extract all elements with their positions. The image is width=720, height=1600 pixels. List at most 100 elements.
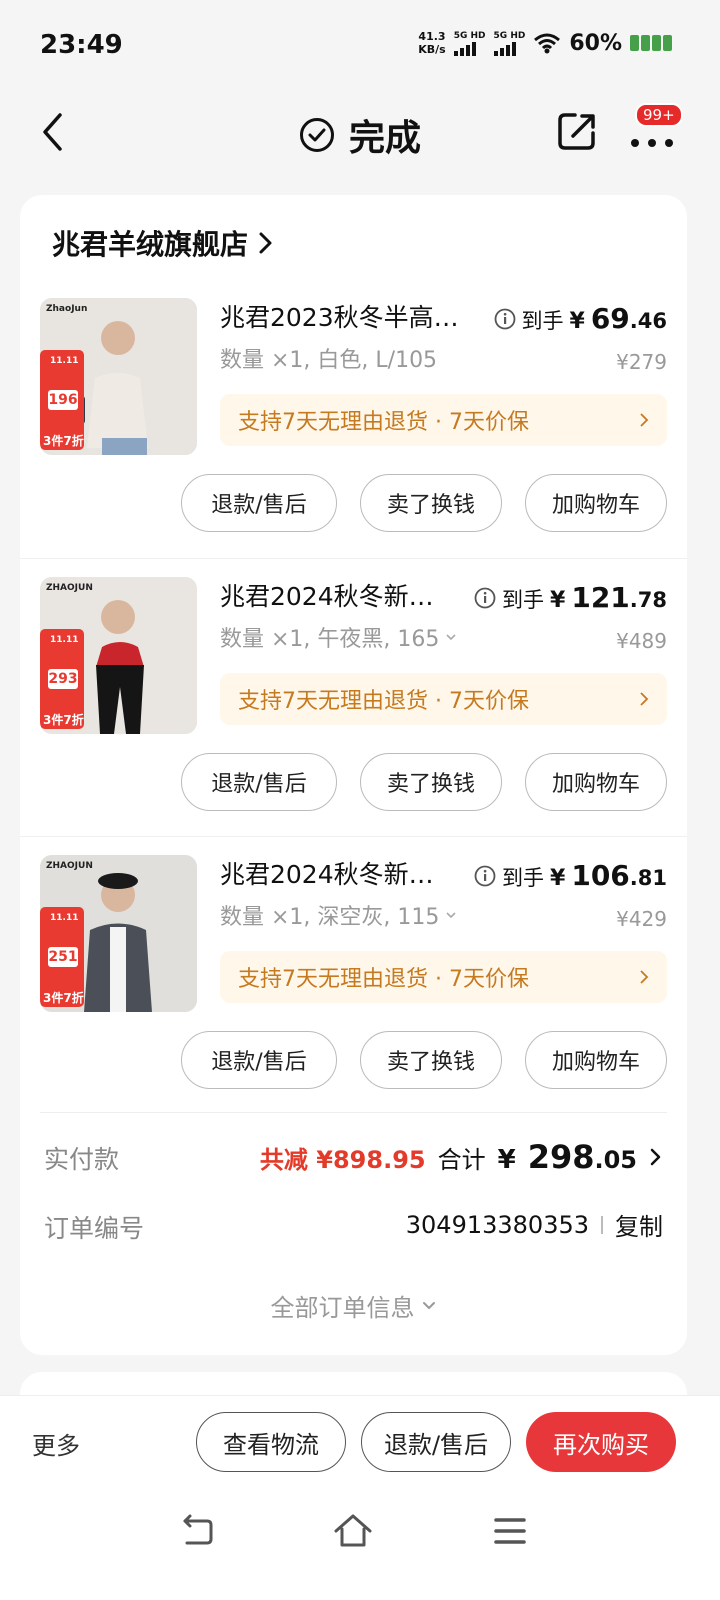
all-order-info-label: 全部订单信息 — [270, 1294, 415, 1322]
price-currency: ¥ — [550, 588, 566, 613]
product-image[interactable]: ZHAOJUN 11.11 293 3件7折 — [40, 577, 197, 734]
guarantee-banner[interactable]: 支持7天无理由退货 · 7天价保 — [220, 673, 667, 725]
info-icon[interactable] — [474, 587, 496, 609]
promo-price: 293 — [48, 669, 78, 689]
guarantee-text: 支持7天无理由退货 · 7天价保 — [238, 967, 529, 992]
view-logistics-button[interactable]: 查看物流 — [196, 1412, 346, 1472]
promo-date: 11.11 — [50, 635, 79, 645]
order-card: 兆君羊绒旗舰店 ZhaoJun 11.11 196 3件7折 兆君2023秋冬半高… 数量… — [20, 195, 687, 1355]
network-speed-value: 41.3 — [418, 30, 446, 43]
product-title[interactable]: 兆君2024秋冬新… — [220, 855, 490, 891]
battery-percent: 60% — [569, 30, 622, 56]
info-icon[interactable] — [474, 865, 496, 887]
product-spec[interactable]: 数量 ×1, 午夜黑, 165 — [220, 621, 457, 653]
chevron-right-icon — [259, 232, 272, 254]
guarantee-banner[interactable]: 支持7天无理由退货 · 7天价保 — [220, 951, 667, 1003]
status-bar: 23:49 41.3 KB/s 5G HD 5G HD 60% — [0, 0, 720, 95]
original-price: ¥279 — [616, 350, 667, 374]
product-spec: 数量 ×1, 白色, L/105 — [220, 342, 437, 374]
add-to-cart-button[interactable]: 加购物车 — [525, 474, 667, 532]
refund-button[interactable]: 退款/售后 — [361, 1412, 511, 1472]
product-image[interactable]: ZHAOJUN 11.11 251 3件7折 — [40, 855, 197, 1012]
guarantee-text: 支持7天无理由退货 · 7天价保 — [238, 689, 529, 714]
total-decimal: .05 — [594, 1146, 637, 1174]
order-number-label: 订单编号 — [44, 1214, 145, 1243]
system-nav-bar — [0, 1487, 720, 1600]
add-to-cart-button[interactable]: 加购物车 — [525, 1031, 667, 1089]
promo-date: 11.11 — [50, 356, 79, 366]
product-title[interactable]: 兆君2023秋冬半高… — [220, 298, 490, 334]
product-spec-text: 数量 ×1, 深空灰, 115 — [220, 905, 440, 930]
check-circle-icon — [299, 118, 334, 152]
price-currency: ¥ — [550, 866, 566, 891]
final-price: 到手 ¥106.81 — [474, 859, 667, 892]
network-speed: 41.3 KB/s — [418, 30, 445, 56]
guarantee-banner[interactable]: 支持7天无理由退货 · 7天价保 — [220, 394, 667, 446]
order-number: 304913380353 — [405, 1210, 589, 1239]
back-icon[interactable] — [175, 1509, 219, 1553]
final-price: 到手 ¥69.46 — [494, 302, 667, 335]
resell-button[interactable]: 卖了换钱 — [360, 753, 502, 811]
original-price: ¥489 — [616, 629, 667, 653]
resell-button[interactable]: 卖了换钱 — [360, 474, 502, 532]
info-icon[interactable] — [494, 308, 516, 330]
total-integer: 298 — [527, 1138, 595, 1176]
summary-divider — [40, 1112, 667, 1113]
copy-button[interactable]: 复制 — [615, 1207, 663, 1242]
sim1-label: 5G HD — [453, 30, 486, 41]
add-to-cart-button[interactable]: 加购物车 — [525, 753, 667, 811]
paid-row[interactable]: 实付款 共减 ¥898.95 合计 ¥ 298 .05 — [44, 1138, 663, 1178]
page-title-text: 完成 — [348, 118, 421, 159]
order-item[interactable]: ZHAOJUN 11.11 293 3件7折 兆君2024秋冬新… 数量 ×1, 午夜黑,… — [20, 558, 687, 836]
chevron-right-icon — [640, 970, 649, 984]
more-button[interactable]: 更多 — [32, 1426, 80, 1461]
refund-button[interactable]: 退款/售后 — [181, 1031, 337, 1089]
refund-button[interactable]: 退款/售后 — [181, 753, 337, 811]
item-actions: 退款/售后 卖了换钱 加购物车 — [181, 1031, 667, 1089]
discount-amount: 共减 ¥898.95 — [259, 1146, 426, 1174]
paid-label: 实付款 — [44, 1145, 120, 1174]
store-link[interactable]: 兆君羊绒旗舰店 — [52, 223, 274, 263]
price-decimal: .46 — [629, 309, 667, 333]
chevron-right-icon — [640, 413, 649, 427]
product-image[interactable]: ZhaoJun 11.11 196 3件7折 — [40, 298, 197, 455]
total-currency: ¥ — [497, 1145, 516, 1175]
item-actions: 退款/售后 卖了换钱 加购物车 — [181, 474, 667, 532]
price-decimal: .81 — [629, 866, 667, 890]
price-integer: 106 — [571, 859, 630, 892]
price-decimal: .78 — [629, 588, 667, 612]
refund-button[interactable]: 退款/售后 — [181, 474, 337, 532]
notification-badge: 99+ — [635, 103, 683, 127]
order-number-row: 订单编号 304913380353 复制 — [44, 1207, 663, 1247]
sim2-signal-icon: 5G HD — [493, 30, 526, 56]
order-item[interactable]: ZHAOJUN 11.11 251 3件7折 兆君2024秋冬新… 数量 ×1, 深空灰,… — [20, 836, 687, 1114]
promo-discount: 3件7折 — [43, 713, 84, 727]
guarantee-text: 支持7天无理由退货 · 7天价保 — [238, 410, 529, 435]
menu-icon[interactable] — [488, 1509, 532, 1553]
original-price: ¥429 — [616, 907, 667, 931]
network-speed-unit: KB/s — [418, 43, 446, 56]
thumb-brand: ZHAOJUN — [46, 861, 93, 871]
product-spec-text: 数量 ×1, 白色, L/105 — [220, 348, 438, 373]
price-label: 到手 — [502, 588, 545, 612]
page-title: 完成 — [0, 109, 720, 161]
sim1-signal-icon: 5G HD — [453, 30, 486, 56]
product-title[interactable]: 兆君2024秋冬新… — [220, 577, 490, 613]
share-icon[interactable] — [555, 109, 599, 153]
promo-discount: 3件7折 — [43, 991, 84, 1005]
product-spec-text: 数量 ×1, 午夜黑, 165 — [220, 627, 440, 652]
all-order-info-toggle[interactable]: 全部订单信息 — [20, 1288, 687, 1323]
status-time: 23:49 — [40, 30, 123, 60]
store-name: 兆君羊绒旗舰店 — [52, 228, 249, 261]
chevron-down-icon — [446, 912, 456, 919]
order-item[interactable]: ZhaoJun 11.11 196 3件7折 兆君2023秋冬半高… 数量 ×1, 白色,… — [20, 280, 687, 558]
sim2-label: 5G HD — [493, 30, 526, 41]
item-actions: 退款/售后 卖了换钱 加购物车 — [181, 753, 667, 811]
resell-button[interactable]: 卖了换钱 — [360, 1031, 502, 1089]
final-price: 到手 ¥121.78 — [474, 581, 667, 614]
price-currency: ¥ — [569, 309, 585, 334]
product-spec[interactable]: 数量 ×1, 深空灰, 115 — [220, 899, 457, 931]
buy-again-button[interactable]: 再次购买 — [526, 1412, 676, 1472]
home-icon[interactable] — [331, 1509, 375, 1553]
chevron-down-icon — [446, 634, 456, 641]
